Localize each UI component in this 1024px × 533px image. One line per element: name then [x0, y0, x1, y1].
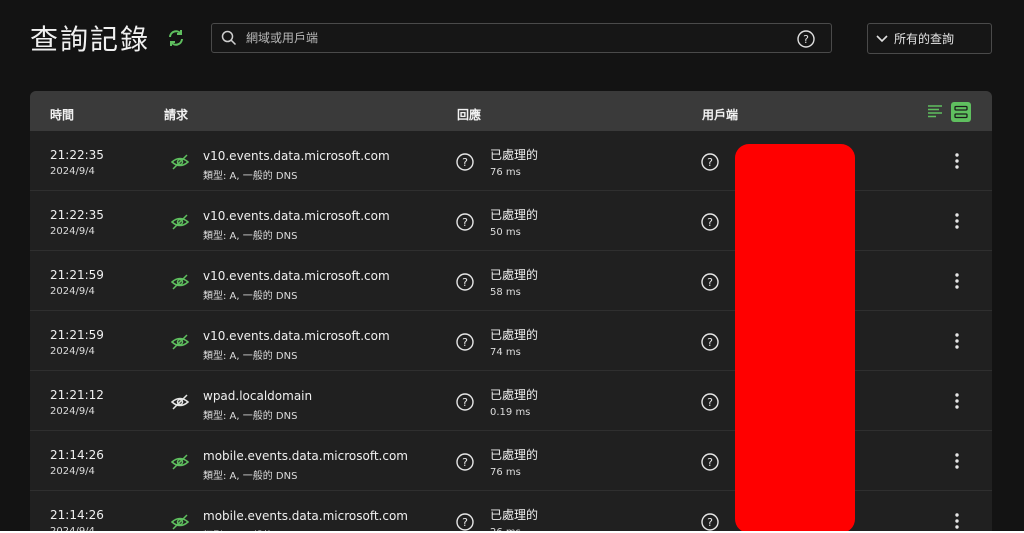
client-info-icon[interactable]: ?	[701, 153, 719, 171]
svg-text:?: ?	[462, 216, 468, 229]
svg-text:?: ?	[707, 456, 713, 469]
svg-text:?: ?	[707, 156, 713, 169]
more-options-icon[interactable]	[948, 511, 966, 531]
row-time: 21:21:12	[50, 388, 104, 402]
client-info-icon[interactable]: ?	[701, 453, 719, 471]
row-status: 已處理的	[490, 508, 539, 522]
row-time: 21:22:35	[50, 148, 104, 162]
more-options-icon[interactable]	[948, 391, 966, 411]
row-time: 21:21:59	[50, 328, 104, 342]
row-elapsed: 76 ms	[490, 167, 521, 178]
row-query-type: 類型: A, 一般的 DNS	[203, 351, 298, 362]
response-info-icon[interactable]: ?	[456, 333, 474, 351]
row-domain[interactable]: v10.events.data.microsoft.com	[203, 149, 390, 163]
chevron-down-icon	[876, 34, 888, 42]
help-icon[interactable]: ?	[797, 30, 815, 48]
page-title: 查詢記錄	[30, 23, 151, 56]
row-domain[interactable]: mobile.events.data.microsoft.com	[203, 449, 408, 463]
search-input[interactable]	[246, 24, 786, 52]
redacted-client-area	[735, 144, 855, 533]
row-elapsed: 74 ms	[490, 347, 521, 358]
row-domain[interactable]: v10.events.data.microsoft.com	[203, 329, 390, 343]
client-info-icon[interactable]: ?	[701, 393, 719, 411]
row-status: 已處理的	[490, 268, 539, 282]
search-icon	[221, 30, 237, 46]
svg-text:?: ?	[707, 396, 713, 409]
svg-text:?: ?	[707, 276, 713, 289]
row-status: 已處理的	[490, 208, 539, 222]
row-status: 已處理的	[490, 148, 539, 162]
response-info-icon[interactable]: ?	[456, 153, 474, 171]
filter-label: 所有的查詢	[894, 32, 955, 46]
response-info-icon[interactable]: ?	[456, 513, 474, 531]
response-info-icon[interactable]: ?	[456, 213, 474, 231]
table-header: 時間 請求 回應 用戶端	[30, 91, 992, 131]
column-header-response[interactable]: 回應	[457, 106, 481, 123]
response-info-icon[interactable]: ?	[456, 453, 474, 471]
svg-text:?: ?	[707, 216, 713, 229]
row-elapsed: 76 ms	[490, 467, 521, 478]
more-options-icon[interactable]	[948, 151, 966, 171]
row-date: 2024/9/4	[50, 466, 95, 477]
client-info-icon[interactable]: ?	[701, 273, 719, 291]
row-query-type: 類型: A, 一般的 DNS	[203, 471, 298, 482]
search-box: ?	[211, 23, 832, 53]
client-info-icon[interactable]: ?	[701, 213, 719, 231]
row-date: 2024/9/4	[50, 406, 95, 417]
row-domain[interactable]: wpad.localdomain	[203, 389, 312, 403]
client-info-icon[interactable]: ?	[701, 513, 719, 531]
response-info-icon[interactable]: ?	[456, 273, 474, 291]
row-date: 2024/9/4	[50, 346, 95, 357]
row-query-type: 類型: A, 一般的 DNS	[203, 291, 298, 302]
row-status: 已處理的	[490, 448, 539, 462]
column-header-time[interactable]: 時間	[50, 106, 74, 123]
row-status: 已處理的	[490, 388, 539, 402]
eye-slash-icon[interactable]	[170, 213, 190, 231]
row-query-type: 類型: A, 一般的 DNS	[203, 411, 298, 422]
eye-slash-icon[interactable]	[170, 273, 190, 291]
row-query-type: 類型: A, 一般的 DNS	[203, 231, 298, 242]
row-time: 21:22:35	[50, 208, 104, 222]
eye-slash-icon[interactable]	[170, 453, 190, 471]
default-view-icon[interactable]	[951, 102, 971, 122]
row-elapsed: 0.19 ms	[490, 407, 531, 418]
svg-text:?: ?	[462, 156, 468, 169]
svg-text:?: ?	[707, 516, 713, 529]
svg-text:?: ?	[462, 456, 468, 469]
svg-text:?: ?	[462, 516, 468, 529]
row-query-type: 類型: A, 一般的 DNS	[203, 171, 298, 182]
svg-text:?: ?	[462, 276, 468, 289]
eye-slash-icon[interactable]	[170, 393, 190, 411]
column-header-request[interactable]: 請求	[164, 106, 188, 123]
row-elapsed: 50 ms	[490, 227, 521, 238]
row-date: 2024/9/4	[50, 286, 95, 297]
svg-text:?: ?	[803, 33, 809, 46]
eye-slash-icon[interactable]	[170, 333, 190, 351]
more-options-icon[interactable]	[948, 271, 966, 291]
more-options-icon[interactable]	[948, 331, 966, 351]
row-elapsed: 58 ms	[490, 287, 521, 298]
row-domain[interactable]: mobile.events.data.microsoft.com	[203, 509, 408, 523]
more-options-icon[interactable]	[948, 211, 966, 231]
client-info-icon[interactable]: ?	[701, 333, 719, 351]
row-time: 21:14:26	[50, 508, 104, 522]
eye-slash-icon[interactable]	[170, 153, 190, 171]
eye-slash-icon[interactable]	[170, 513, 190, 531]
row-time: 21:14:26	[50, 448, 104, 462]
response-info-icon[interactable]: ?	[456, 393, 474, 411]
column-header-client[interactable]: 用戶端	[702, 106, 738, 123]
row-status: 已處理的	[490, 328, 539, 342]
compact-view-icon[interactable]	[927, 104, 943, 118]
row-time: 21:21:59	[50, 268, 104, 282]
row-domain[interactable]: v10.events.data.microsoft.com	[203, 269, 390, 283]
row-date: 2024/9/4	[50, 166, 95, 177]
refresh-icon[interactable]	[166, 28, 186, 48]
row-domain[interactable]: v10.events.data.microsoft.com	[203, 209, 390, 223]
query-filter-dropdown[interactable]: 所有的查詢	[867, 23, 992, 54]
svg-text:?: ?	[462, 336, 468, 349]
svg-text:?: ?	[707, 336, 713, 349]
svg-text:?: ?	[462, 396, 468, 409]
more-options-icon[interactable]	[948, 451, 966, 471]
row-date: 2024/9/4	[50, 226, 95, 237]
